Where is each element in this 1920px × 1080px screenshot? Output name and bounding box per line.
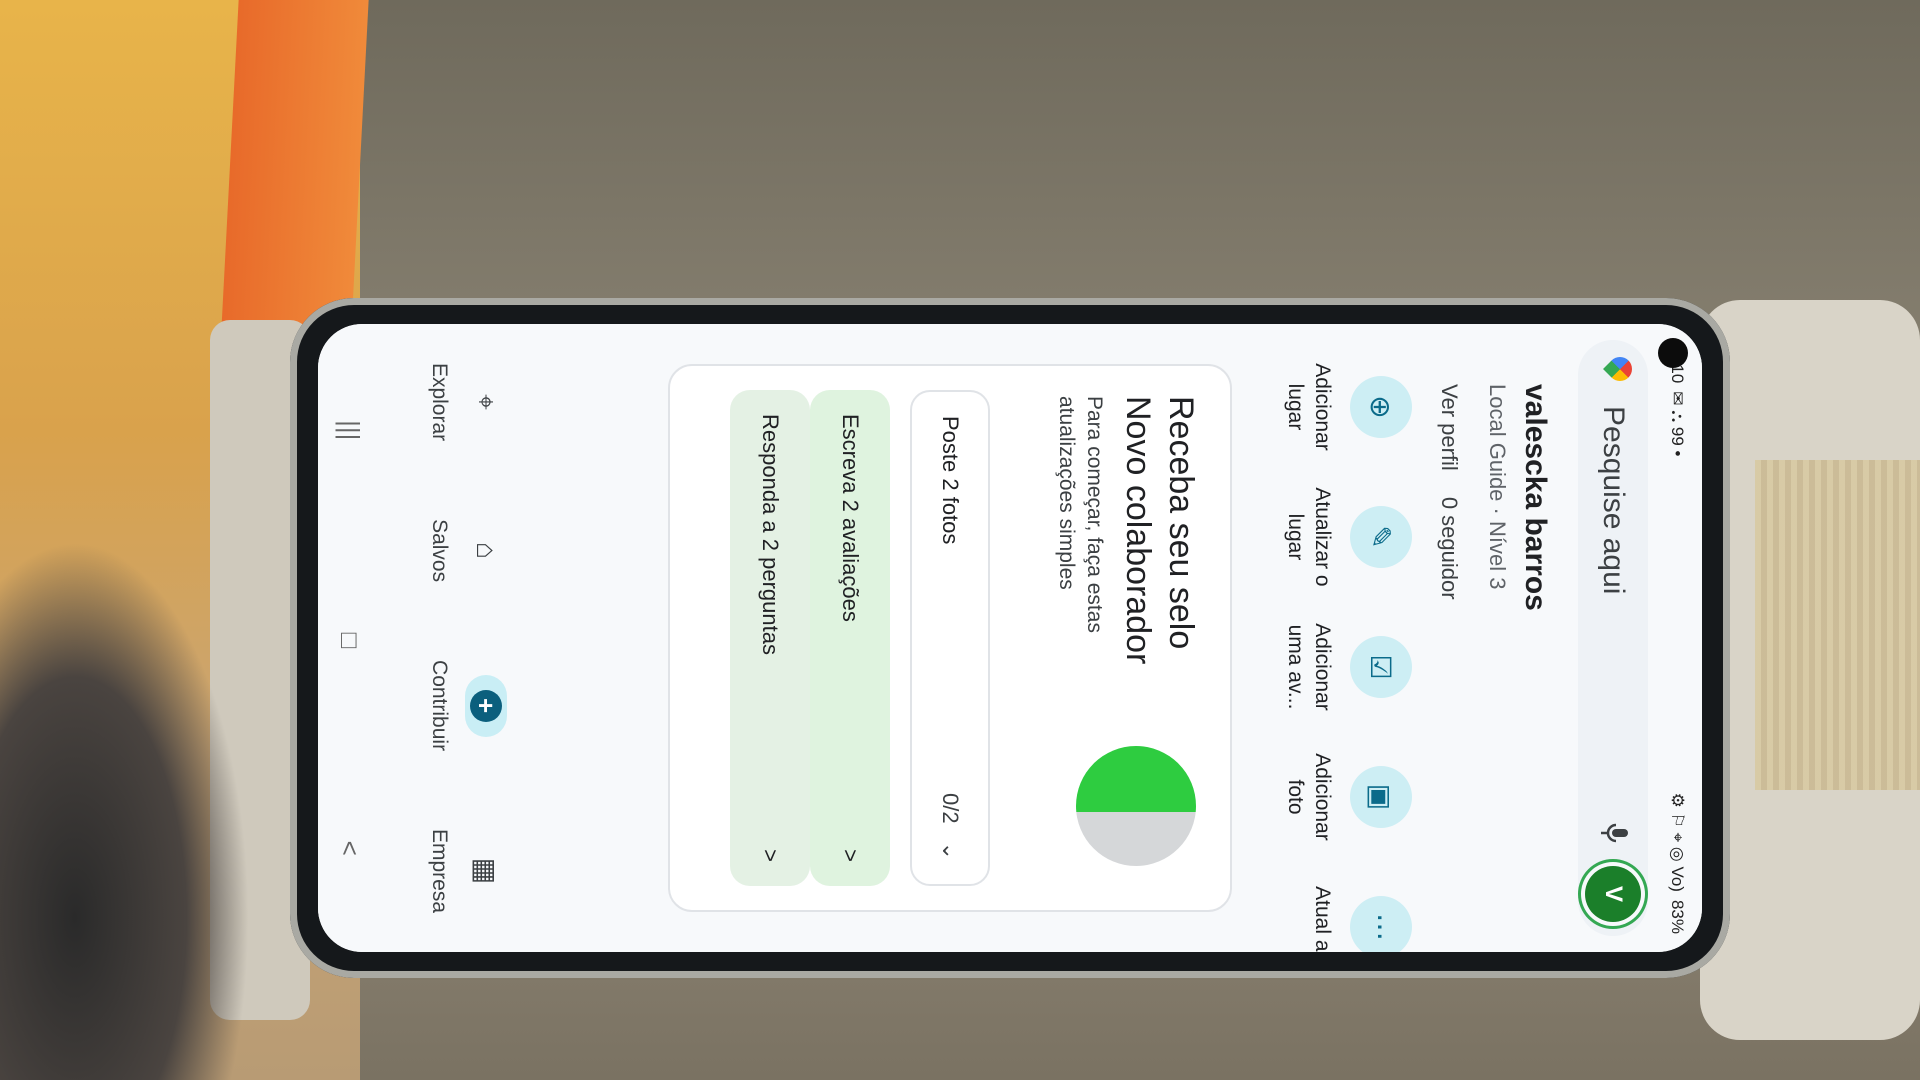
nav-contribute[interactable]: + Contribuir (427, 660, 507, 751)
task-write-reviews[interactable]: Escreva 2 avaliações > (810, 390, 890, 886)
contribution-actions: ⊕ Adicionar lugar ✎ Atualizar o lugar ☑ … (1281, 354, 1412, 952)
followers-link[interactable]: 0 seguidor (1436, 497, 1462, 600)
task-post-photos[interactable]: Poste 2 fotos 0/2 ⌄ (910, 390, 990, 886)
microphone-icon[interactable] (1596, 820, 1630, 846)
business-icon: ▦ (470, 857, 502, 885)
maps-app: 11:10 ✉ ⛬ 99 • ⚙ ⚐ ⌖ ◎ Vo) 83% Pesquise … (318, 324, 1702, 952)
nav-saved[interactable]: ⌂ Salvos (427, 519, 507, 582)
google-maps-logo-icon (1594, 352, 1637, 386)
account-avatar[interactable]: V (1585, 866, 1641, 922)
profile-name: valescka barros (1519, 384, 1552, 611)
bookmark-icon: ⌂ (471, 542, 502, 560)
action-add-photo[interactable]: ▣ Adicionar foto (1281, 744, 1412, 850)
add-circle-icon: + (465, 674, 507, 737)
card-title: Receba seu selo Novo colaborador (1119, 396, 1201, 665)
task-progress: 0/2 (938, 792, 963, 824)
front-camera (1658, 338, 1688, 368)
status-bar: 11:10 ✉ ⛬ 99 • ⚙ ⚐ ⌖ ◎ Vo) 83% (1662, 342, 1692, 934)
chevron-down-icon: ⌄ (938, 841, 963, 860)
bottom-navigation: ⌖ Explorar ⌂ Salvos + Contribuir ▦ Empre… (382, 324, 552, 952)
nav-explore[interactable]: ⌖ Explorar (427, 363, 507, 441)
chevron-icon: > (758, 849, 783, 862)
back-button[interactable]: < (335, 841, 366, 856)
edit-place-icon: ✎ (1350, 506, 1412, 568)
phone-screen: 11:10 ✉ ⛬ 99 • ⚙ ⚐ ⌖ ◎ Vo) 83% Pesquise … (318, 324, 1702, 952)
profile-level: Local Guide · Nível 3 (1485, 384, 1510, 590)
action-more[interactable]: ⋯ Atual a v (1281, 874, 1412, 952)
nav-business[interactable]: ▦ Empresa (427, 829, 507, 913)
search-input[interactable]: Pesquise aqui (1596, 406, 1630, 820)
background-warning-label (1755, 460, 1920, 790)
battery-level: 83% (1668, 899, 1687, 934)
search-bar[interactable]: Pesquise aqui V (1578, 340, 1648, 936)
recents-button[interactable]: ||| (335, 420, 366, 440)
system-nav-bar: ||| □ < (318, 324, 382, 952)
profile-section: valescka barros Local Guide · Nível 3 Ve… (1436, 384, 1552, 932)
notification-icons: ✉ ⛬ 99 • (1668, 391, 1687, 457)
new-contributor-badge (1076, 746, 1196, 866)
signal-icons: ⚙ ⚐ ⌖ ◎ Vo) (1668, 792, 1687, 892)
task-answer-questions[interactable]: Responda a 2 perguntas > (730, 390, 810, 886)
background-orange-cloth (221, 0, 369, 330)
phone-device: 11:10 ✉ ⛬ 99 • ⚙ ⚐ ⌖ ◎ Vo) 83% Pesquise … (290, 298, 1730, 978)
badge-card: Receba seu selo Novo colaborador Para co… (668, 364, 1232, 912)
background-cable (0, 540, 250, 1080)
action-update-place[interactable]: ✎ Atualizar o lugar (1281, 484, 1412, 590)
chevron-icon: > (838, 849, 863, 862)
view-profile-link[interactable]: Ver perfil (1436, 384, 1462, 471)
add-place-icon: ⊕ (1350, 376, 1412, 438)
review-icon: ☑ (1350, 636, 1412, 698)
card-description: Para começar, faça estas atualizações si… (1054, 396, 1106, 633)
action-add-review[interactable]: ☑ Adicionar uma av... (1281, 614, 1412, 720)
home-button[interactable]: □ (335, 633, 366, 649)
action-add-place[interactable]: ⊕ Adicionar lugar (1281, 354, 1412, 460)
add-photo-icon: ▣ (1350, 766, 1412, 828)
more-icon: ⋯ (1350, 896, 1412, 952)
explore-pin-icon: ⌖ (471, 394, 503, 410)
